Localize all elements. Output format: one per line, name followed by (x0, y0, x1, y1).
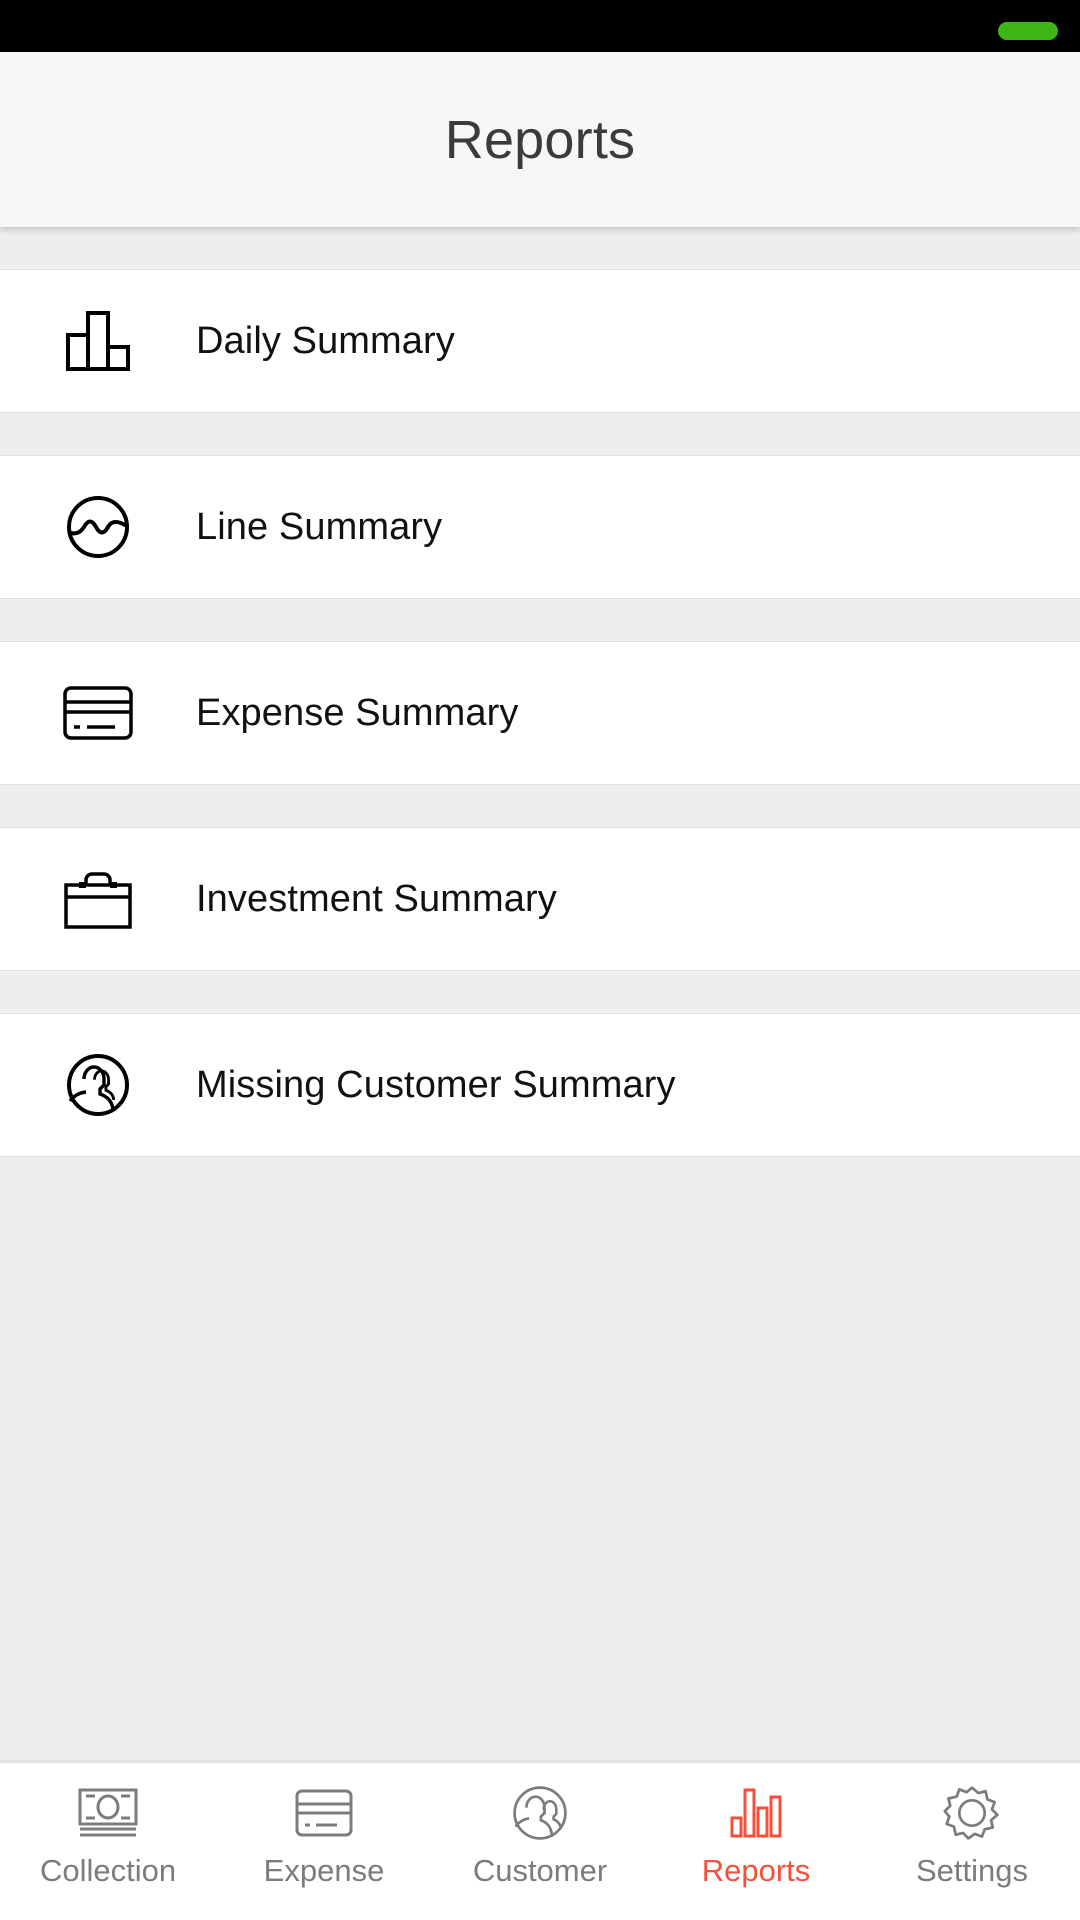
bar-chart-icon (0, 311, 196, 371)
credit-card-icon (295, 1777, 353, 1849)
app-screen: Reports Daily Summary Line Summary Expen… (0, 0, 1080, 1920)
list-item[interactable]: Investment Summary (0, 827, 1080, 971)
bottom-navigation-bar: Collection Expense Customer Reports Sett… (0, 1763, 1080, 1920)
list-item[interactable]: Missing Customer Summary (0, 1013, 1080, 1157)
credit-card-icon (0, 686, 196, 740)
list-item-label: Expense Summary (196, 692, 519, 734)
list-item-label: Daily Summary (196, 320, 455, 362)
page-header: Reports (0, 52, 1080, 227)
reports-list: Daily Summary Line Summary Expense Summa… (0, 227, 1080, 1760)
nav-item-settings[interactable]: Settings (864, 1777, 1080, 1886)
gear-icon (943, 1777, 1001, 1849)
nav-label-expense: Expense (263, 1853, 385, 1888)
people-circle-icon (511, 1777, 569, 1849)
list-item[interactable]: Line Summary (0, 455, 1080, 599)
briefcase-icon (0, 868, 196, 930)
battery-pill-indicator (998, 22, 1058, 40)
list-item-label: Missing Customer Summary (196, 1064, 676, 1106)
nav-label-collection: Collection (39, 1853, 177, 1888)
nav-item-expense[interactable]: Expense (216, 1777, 432, 1886)
list-item-label: Investment Summary (196, 878, 557, 920)
list-item[interactable]: Daily Summary (0, 269, 1080, 413)
list-item-label: Line Summary (196, 506, 443, 548)
page-title: Reports (444, 109, 636, 170)
nav-item-customer[interactable]: Customer (432, 1777, 648, 1886)
list-item[interactable]: Expense Summary (0, 641, 1080, 785)
status-bar (0, 0, 1080, 52)
wave-circle-icon (0, 495, 196, 559)
nav-label-customer: Customer (472, 1853, 608, 1888)
people-circle-icon (0, 1053, 196, 1117)
bar-chart-icon (730, 1777, 782, 1849)
nav-item-collection[interactable]: Collection (0, 1777, 216, 1886)
nav-label-settings: Settings (915, 1853, 1028, 1888)
banknote-icon (77, 1777, 139, 1849)
nav-item-reports[interactable]: Reports (648, 1777, 864, 1886)
nav-label-reports: Reports (701, 1853, 811, 1888)
